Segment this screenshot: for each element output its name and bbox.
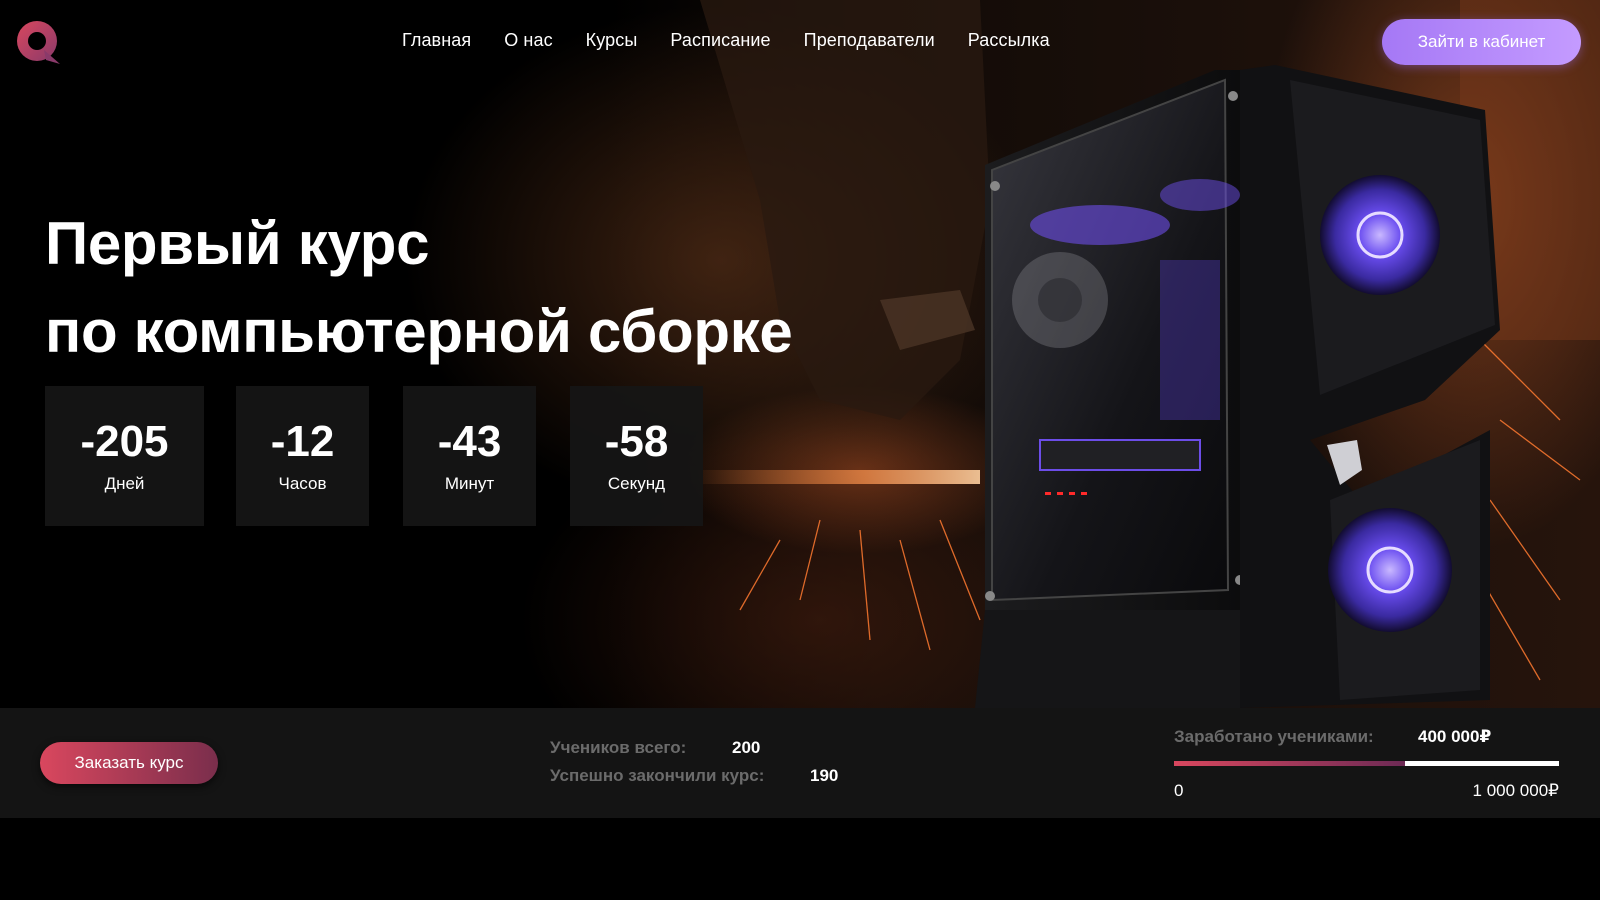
countdown-hours-value: -12 — [270, 417, 335, 466]
countdown-hours-label: Часов — [278, 474, 327, 493]
main-nav: Главная О нас Курсы Расписание Преподава… — [402, 30, 1050, 51]
graduated-label: Успешно закончили курс: — [550, 766, 765, 785]
countdown-days: -205 Дней — [45, 386, 204, 526]
nav-home[interactable]: Главная — [402, 30, 471, 51]
earned-value: 400 000₽ — [1418, 727, 1492, 746]
nav-teachers[interactable]: Преподаватели — [804, 30, 935, 51]
countdown-minutes: -43 Минут — [403, 386, 536, 526]
earnings-range-min: 0 — [1174, 781, 1184, 800]
login-button[interactable]: Зайти в кабинет — [1382, 19, 1581, 65]
countdown-minutes-value: -43 — [437, 417, 502, 466]
graduated-value: 190 — [810, 766, 839, 785]
order-course-button[interactable]: Заказать курс — [40, 742, 218, 784]
earnings-progress-bar — [1174, 761, 1559, 766]
nav-newsletter[interactable]: Рассылка — [968, 30, 1050, 51]
countdown-minutes-label: Минут — [444, 474, 495, 493]
countdown-seconds-label: Секунд — [607, 474, 666, 493]
countdown-hours: -12 Часов — [236, 386, 369, 526]
countdown-days-value: -205 — [80, 417, 169, 466]
nav-schedule[interactable]: Расписание — [670, 30, 770, 51]
students-total-label: Учеников всего: — [550, 738, 687, 757]
students-total-value: 200 — [732, 738, 761, 757]
countdown-days-label: Дней — [104, 474, 145, 493]
nav-about[interactable]: О нас — [504, 30, 552, 51]
stats-bar: Заказать курс Учеников всего: 200 Успешн… — [0, 708, 1600, 818]
hero-title-line-2: по компьютерной сборке — [45, 298, 793, 365]
earned-label: Заработано учениками: — [1174, 727, 1374, 746]
countdown-seconds: -58 Секунд — [570, 386, 703, 526]
hero-title-line-1: Первый курс — [45, 210, 430, 277]
earnings-range-max: 1 000 000₽ — [1472, 781, 1559, 800]
earnings-progress-fill — [1174, 761, 1405, 766]
nav-courses[interactable]: Курсы — [586, 30, 638, 51]
speech-bubble-logo-icon[interactable] — [16, 20, 62, 66]
countdown-seconds-value: -58 — [604, 417, 669, 466]
hero-title: Первый курс по компьютерной сборке — [45, 200, 793, 376]
